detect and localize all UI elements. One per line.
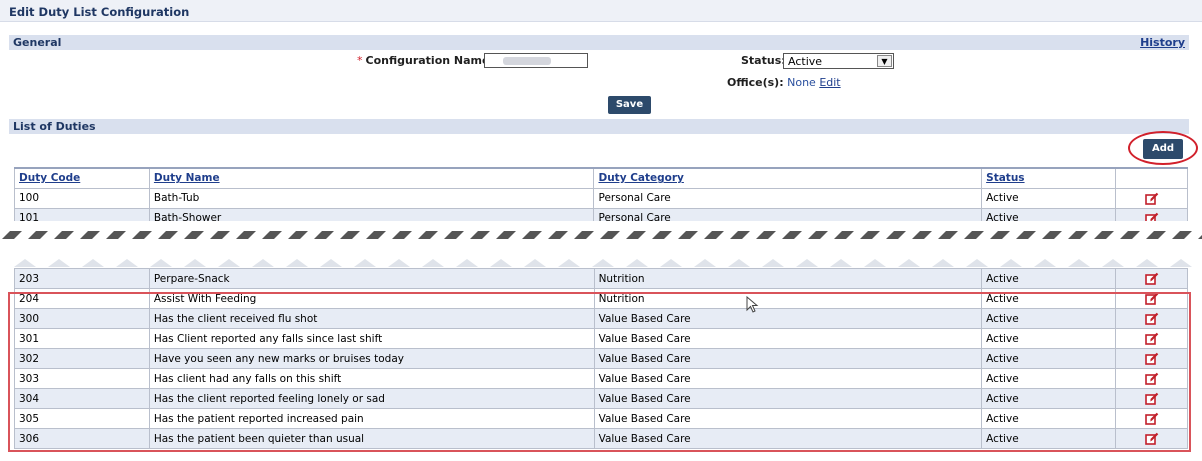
- duty-status-cell: Active: [981, 268, 1117, 289]
- config-name-label: Configuration Name:: [365, 54, 494, 67]
- redacted-value: [503, 57, 551, 65]
- duty-category-cell: Personal Care: [593, 187, 983, 209]
- duty-name-cell: Perpare-Snack: [148, 268, 595, 289]
- col-status[interactable]: Status: [981, 167, 1117, 189]
- config-name-label-group: * Configuration Name:: [357, 54, 494, 67]
- general-section-header: General History: [9, 35, 1189, 50]
- page-header: Edit Duty List Configuration: [0, 0, 1202, 22]
- edit-note-icon[interactable]: [1144, 192, 1159, 205]
- col-duty-category[interactable]: Duty Category: [593, 167, 983, 189]
- general-section-label: General: [13, 36, 62, 49]
- table-row: 100 Bath-Tub Personal Care Active: [14, 187, 1188, 209]
- status-label: Status:: [741, 54, 786, 67]
- offices-label: Office(s):: [727, 76, 784, 89]
- duties-section-header: List of Duties: [9, 119, 1189, 134]
- status-label-group: Status:: [741, 54, 786, 67]
- col-duty-code[interactable]: Duty Code: [14, 167, 150, 189]
- col-actions: [1115, 167, 1188, 189]
- duty-code-cell: 203: [14, 268, 150, 289]
- table-header-row: Duty Code Duty Name Duty Category Status: [14, 167, 1188, 189]
- history-link[interactable]: History: [1140, 36, 1185, 49]
- edit-cell[interactable]: [1115, 268, 1188, 289]
- torn-edge-divider: [0, 221, 1202, 271]
- duties-section-label: List of Duties: [13, 120, 96, 133]
- value-based-care-highlight: [8, 292, 1191, 452]
- chevron-down-icon[interactable]: ▼: [877, 55, 892, 67]
- mouse-pointer-icon: [746, 296, 759, 313]
- edit-note-icon[interactable]: [1144, 272, 1159, 285]
- status-select[interactable]: Active ▼: [783, 53, 894, 69]
- duty-name-cell: Bath-Tub: [148, 187, 595, 209]
- offices-value: None: [787, 76, 816, 89]
- config-name-input[interactable]: [484, 53, 588, 68]
- save-button[interactable]: Save: [608, 96, 651, 114]
- status-select-value: Active: [788, 55, 823, 68]
- col-duty-name[interactable]: Duty Name: [148, 167, 595, 189]
- table-row: 203 Perpare-Snack Nutrition Active: [14, 268, 1188, 289]
- offices-edit-link[interactable]: Edit: [819, 76, 840, 89]
- duty-code-cell: 100: [14, 187, 150, 209]
- duties-table-top: Duty Code Duty Name Duty Category Status…: [14, 167, 1188, 229]
- duty-category-cell: Nutrition: [593, 268, 983, 289]
- duty-status-cell: Active: [981, 187, 1117, 209]
- required-marker: *: [357, 54, 363, 67]
- edit-cell[interactable]: [1115, 187, 1188, 209]
- offices-row: Office(s): None Edit: [727, 76, 841, 89]
- add-button-highlight: [1128, 131, 1198, 165]
- page-title: Edit Duty List Configuration: [9, 5, 190, 19]
